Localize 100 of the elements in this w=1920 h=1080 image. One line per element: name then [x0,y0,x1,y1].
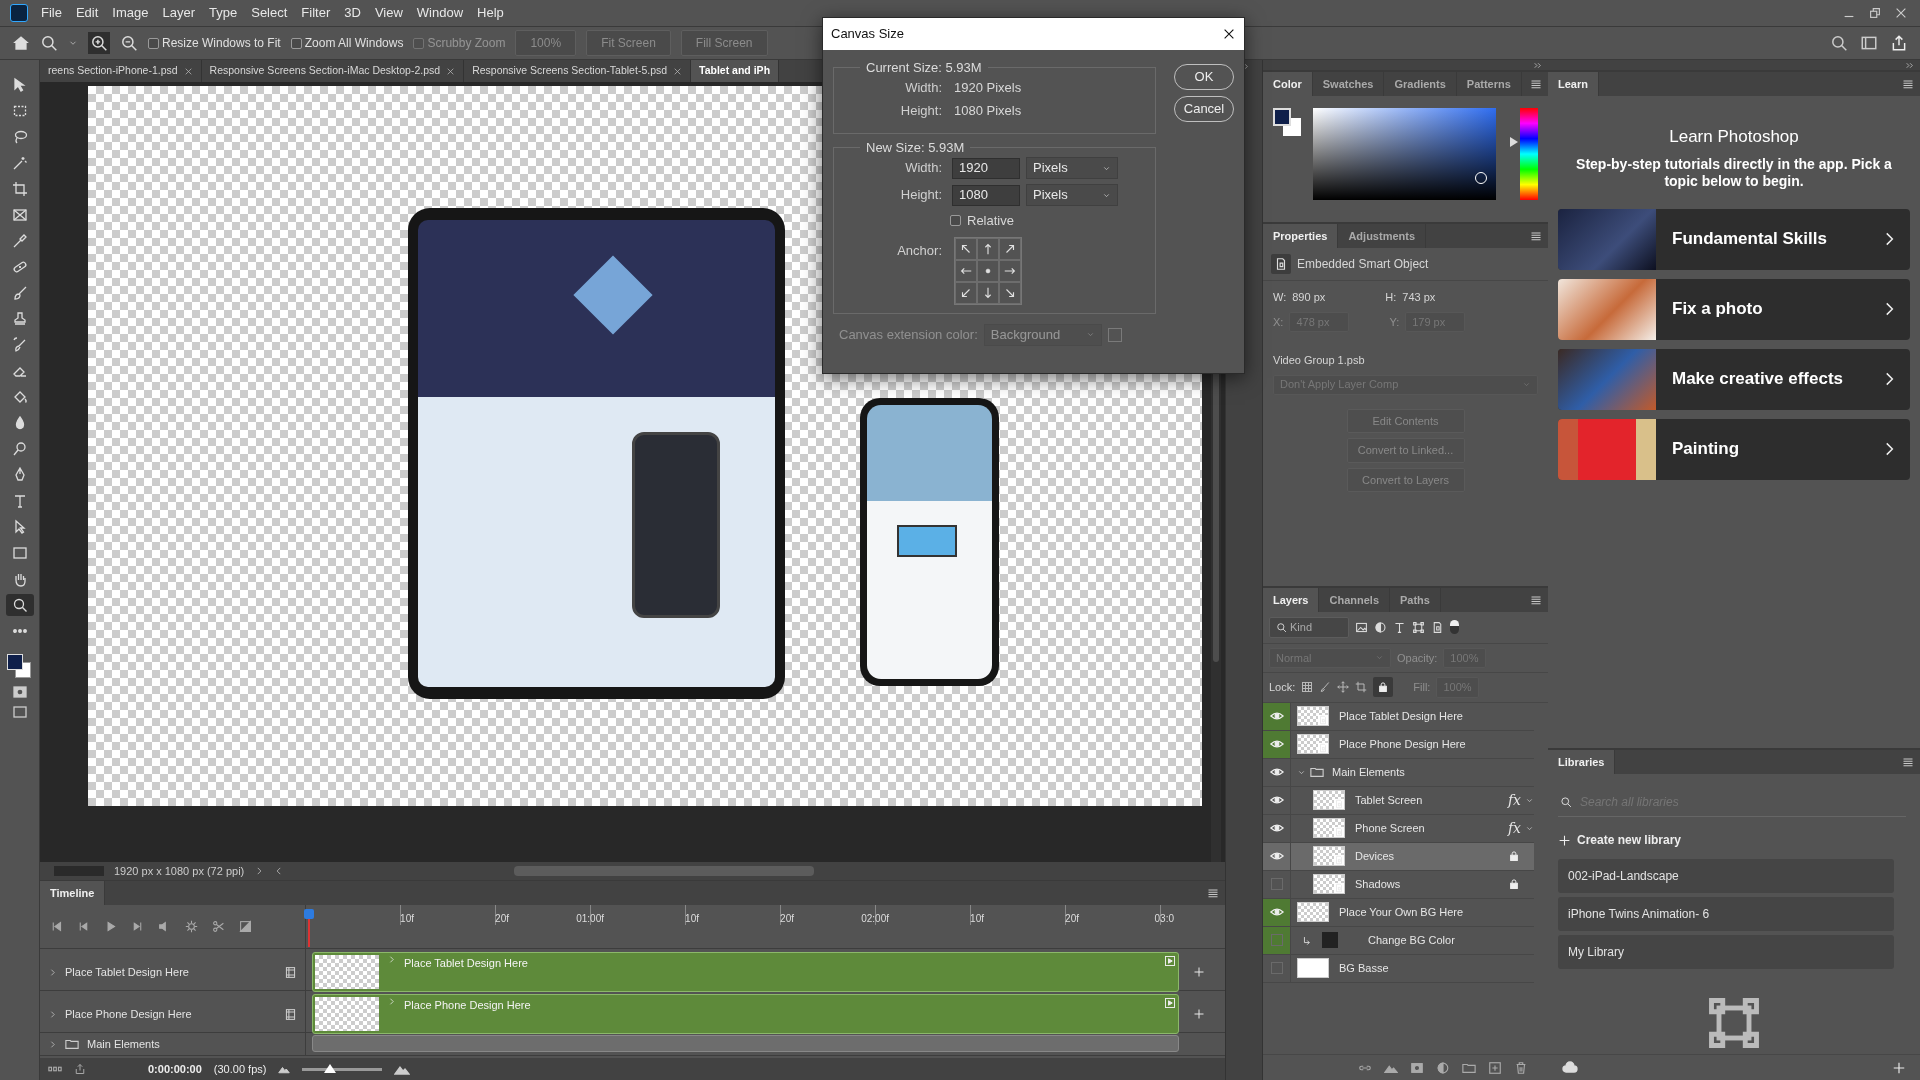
layer-row[interactable]: BG Basse [1263,954,1534,983]
menu-item[interactable]: Image [105,3,156,23]
panel-tab[interactable]: Properties [1263,224,1339,248]
layer-row[interactable]: Phone Screen fx [1263,814,1534,843]
settings-icon[interactable] [185,920,198,933]
wand-icon[interactable] [11,155,28,171]
restore-icon[interactable] [1868,6,1882,20]
play-icon[interactable] [104,920,117,933]
layer-name[interactable]: Change BG Color [1368,931,1534,949]
menu-item[interactable]: View [367,3,410,23]
type-filter-icon[interactable] [1393,620,1406,634]
chevron-icon[interactable] [48,967,57,977]
panel-tab[interactable]: Layers [1263,588,1320,612]
anchor-button[interactable] [977,259,999,282]
marquee-icon[interactable] [11,103,28,119]
search-icon[interactable] [1830,34,1848,52]
menu-item[interactable]: Filter [294,3,338,23]
layer-row[interactable]: Main Elements [1263,758,1534,787]
layer-row[interactable]: Devices [1263,842,1534,871]
workspace-icon[interactable] [1860,34,1878,52]
zoom-field[interactable] [54,866,104,876]
anchor-button[interactable] [999,237,1021,260]
effects-label[interactable]: fx [1507,817,1521,839]
layer-row[interactable]: Shadows [1263,870,1534,899]
screen-mode-icon[interactable] [11,704,28,720]
frame-icon[interactable] [11,207,28,223]
film-icon[interactable] [284,1007,297,1021]
scissors-icon[interactable] [212,920,225,933]
visibility-toggle[interactable] [1270,934,1283,946]
clip-end-icon[interactable] [1164,955,1176,967]
add-icon[interactable] [1892,1060,1906,1075]
layer-name[interactable]: BG Basse [1339,959,1534,977]
panel-tab[interactable]: Color [1263,72,1313,96]
layer-row[interactable]: Place Phone Design Here [1263,730,1534,759]
library-item[interactable]: 002-iPad-Landscape [1558,859,1894,893]
panel-menu-icon[interactable] [1530,230,1542,242]
adjustment-layer-icon[interactable] [1436,1060,1450,1075]
panel-menu-icon[interactable] [1207,887,1219,899]
width-field[interactable]: 1920 [952,157,1020,179]
filter-kind-dropdown[interactable]: Kind [1269,617,1349,638]
collapse-icon[interactable] [1533,60,1542,70]
layer-name[interactable]: Main Elements [1332,763,1534,781]
layer-name[interactable]: Place Tablet Design Here [1339,707,1534,725]
app-logo-icon[interactable] [10,4,28,22]
layer-name[interactable]: Place Your Own BG Here [1339,903,1534,921]
eyedropper-icon[interactable] [11,233,28,249]
video-clip[interactable]: Place Phone Design Here [312,994,1179,1034]
next-frame-icon[interactable] [131,920,144,933]
brush-icon[interactable] [11,285,28,301]
anchor-button[interactable] [955,259,977,282]
dodge-icon[interactable] [11,441,28,457]
height-field[interactable]: 1080 [952,184,1020,206]
render-icon[interactable] [74,1063,86,1075]
create-library-link[interactable]: Create new library [1558,831,1682,849]
add-media-icon[interactable] [1193,966,1205,978]
crop-icon[interactable] [11,181,28,197]
panel-tab[interactable]: Learn [1548,72,1599,96]
new-layer-icon[interactable] [1488,1060,1502,1075]
shape-filter-icon[interactable] [1412,620,1425,634]
transition-icon[interactable] [239,920,252,933]
anchor-button[interactable] [999,259,1021,282]
layer-row[interactable]: Tablet Screen fx [1263,786,1534,815]
menu-item[interactable]: Window [409,3,471,23]
first-frame-icon[interactable] [50,920,63,933]
layer-row[interactable]: Place Tablet Design Here [1263,702,1534,731]
zoom-slider-thumb[interactable] [324,1063,337,1073]
document-tab[interactable]: Tablet and iPh [691,60,780,82]
collapse-icon[interactable] [1905,60,1914,70]
checkbox[interactable] [148,37,159,49]
anchor-button[interactable] [999,281,1021,304]
effects-label[interactable]: fx [1507,789,1521,811]
panel-tab[interactable]: Libraries [1548,750,1616,774]
quick-mask-icon[interactable] [11,684,28,700]
color-swatches[interactable] [1273,108,1303,138]
cloud-sync-icon[interactable] [1562,1059,1578,1076]
menu-item[interactable]: File [34,3,69,23]
tutorial-card[interactable]: Fundamental Skills [1558,208,1910,270]
history-icon[interactable] [11,337,28,353]
menu-item[interactable]: 3D [337,3,368,23]
unit-dropdown[interactable]: Pixels [1026,184,1118,207]
home-icon[interactable] [12,34,30,52]
clip-end-icon[interactable] [1164,997,1176,1009]
layer-name[interactable]: Place Phone Design Here [1339,735,1534,753]
panel-tab[interactable]: Timeline [40,881,106,905]
smart-filter-icon[interactable] [1431,620,1444,634]
layer-name[interactable]: Tablet Screen [1355,791,1508,809]
panel-menu-icon[interactable] [1530,594,1542,606]
anchor-button[interactable] [955,281,977,304]
checkbox[interactable] [950,215,961,227]
checkbox[interactable] [290,37,302,49]
lock-transparency-icon[interactable] [1301,681,1314,694]
anchor-button[interactable] [955,237,977,260]
lock-position-icon[interactable] [1337,681,1350,694]
panel-menu-icon[interactable] [1530,78,1542,90]
add-mask-icon[interactable] [1410,1060,1424,1075]
dialog-button[interactable]: OK [1174,64,1234,90]
color-swatches[interactable] [6,654,33,680]
tutorial-card[interactable]: Fix a photo [1558,278,1910,340]
hue-slider[interactable] [1510,108,1538,200]
panel-menu-icon[interactable] [1902,78,1914,90]
